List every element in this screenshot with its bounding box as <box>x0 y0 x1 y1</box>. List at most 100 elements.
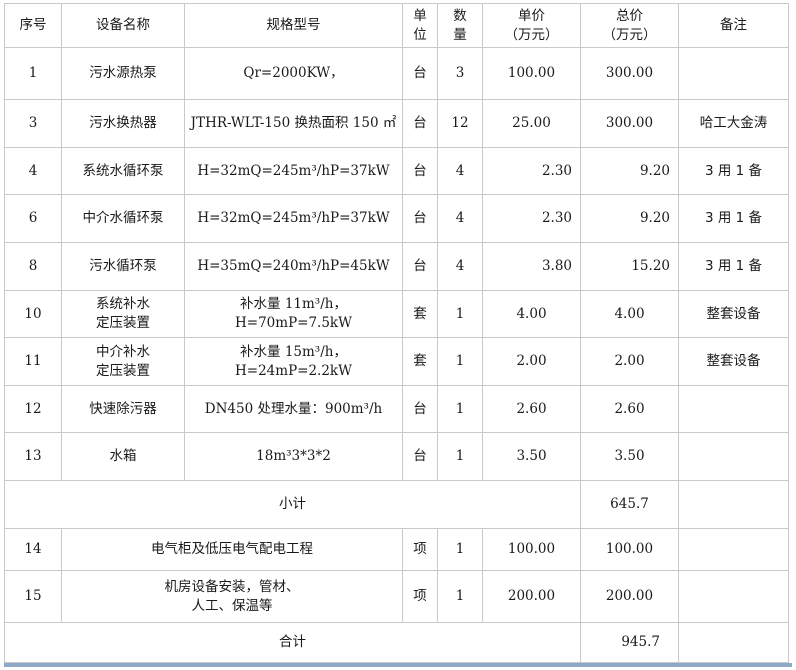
table-row: 4 系统水循环泵 H=32mQ=245m³/hP=37kW 台 4 2.30 9… <box>4 147 789 195</box>
cell-unit: 台 <box>402 47 438 100</box>
cell-note: 3 用 1 备 <box>678 242 789 291</box>
table-row: 12 快速除污器 DN450 处理水量：900m³/h 台 1 2.60 2.6… <box>4 385 789 433</box>
header-unit: 单位 <box>402 3 438 48</box>
cell-total: 200.00 <box>580 570 679 623</box>
cell-qty: 1 <box>437 528 483 571</box>
cell-name-line2: 定压装置 <box>96 315 150 331</box>
cell-spec: H=32mQ=245m³/hP=37kW <box>184 194 403 243</box>
cell-name: 中介补水 定压装置 <box>61 337 185 386</box>
grand-total-row: 合计 945.7 <box>4 622 789 663</box>
cell-unit: 套 <box>402 337 438 386</box>
cell-price: 2.00 <box>482 337 581 386</box>
header-qty: 数量 <box>437 3 483 48</box>
header-total: 总价 （万元） <box>580 3 679 48</box>
cell-seq: 12 <box>4 385 62 433</box>
cell-total: 300.00 <box>580 99 679 148</box>
equipment-cost-table: 序号 设备名称 规格型号 单位 数量 单价 （万元） 总价 （万元） 备注 1 污水… <box>4 3 789 663</box>
header-price-line2: （万元） <box>504 26 559 43</box>
cell-total: 15.20 <box>580 242 679 291</box>
cell-qty: 1 <box>437 385 483 433</box>
cell-seq: 3 <box>4 99 62 148</box>
cell-qty: 1 <box>437 432 483 481</box>
cell-note: 3 用 1 备 <box>678 194 789 243</box>
table-row: 6 中介水循环泵 H=32mQ=245m³/hP=37kW 台 4 2.30 9… <box>4 194 789 243</box>
cell-note: 整套设备 <box>678 290 789 338</box>
cell-qty: 12 <box>437 99 483 148</box>
cell-note <box>678 385 789 433</box>
header-qty-line1: 数 <box>453 7 467 24</box>
cell-total: 4.00 <box>580 290 679 338</box>
cell-spec: 补水量 11m³/h， H=70mP=7.5kW <box>184 290 403 338</box>
cell-total: 3.50 <box>580 432 679 481</box>
cell-name: 系统水循环泵 <box>61 147 185 195</box>
cell-name: 污水源热泵 <box>61 47 185 100</box>
subtotal-row: 小计 645.7 <box>4 480 789 529</box>
cell-name-line2: 人工、保温等 <box>191 597 273 614</box>
cell-note <box>678 528 789 571</box>
cell-total: 9.20 <box>580 147 679 195</box>
table-row: 13 水箱 18m³3*3*2 台 1 3.50 3.50 <box>4 432 789 481</box>
header-total-line1: 总价 <box>616 7 643 24</box>
cell-spec: H=32mQ=245m³/hP=37kW <box>184 147 403 195</box>
cell-unit: 项 <box>402 570 438 623</box>
grand-total-note <box>678 622 789 663</box>
table-row: 8 污水循环泵 H=35mQ=240m³/hP=45kW 台 4 3.80 15… <box>4 242 789 291</box>
cell-unit: 台 <box>402 99 438 148</box>
cell-name: 系统补水 定压装置 <box>61 290 185 338</box>
cell-price: 3.50 <box>482 432 581 481</box>
cell-name-line1: 中介补水 <box>96 343 150 360</box>
cell-note: 哈工大金涛 <box>678 99 789 148</box>
subtotal-note <box>678 480 789 529</box>
cell-seq: 15 <box>4 570 62 623</box>
grand-total-value: 945.7 <box>580 622 679 663</box>
cell-spec-line2: H=24mP=2.2kW <box>235 362 352 379</box>
cell-qty: 4 <box>437 242 483 291</box>
cell-seq: 11 <box>4 337 62 386</box>
cell-name: 快速除污器 <box>61 385 185 433</box>
cell-total: 100.00 <box>580 528 679 571</box>
cell-spec-line1: 补水量 11m³/h， <box>240 296 347 312</box>
cell-price: 2.30 <box>482 147 581 195</box>
cell-total: 2.60 <box>580 385 679 433</box>
header-name: 设备名称 <box>61 3 185 48</box>
bottom-divider <box>4 663 792 667</box>
cell-seq: 1 <box>4 47 62 100</box>
table-row: 15 机房设备安装，管材、 人工、保温等 项 1 200.00 200.00 <box>4 570 789 623</box>
cell-spec: 18m³3*3*2 <box>184 432 403 481</box>
cell-total: 2.00 <box>580 337 679 386</box>
header-price-line1: 单价 <box>518 7 545 24</box>
cell-seq: 6 <box>4 194 62 243</box>
cell-name-line1: 系统补水 <box>96 296 150 312</box>
header-price: 单价 （万元） <box>482 3 581 48</box>
cell-seq: 14 <box>4 528 62 571</box>
cell-name: 中介水循环泵 <box>61 194 185 243</box>
subtotal-label: 小计 <box>4 480 581 529</box>
cell-qty: 4 <box>437 194 483 243</box>
cell-note <box>678 47 789 100</box>
header-note: 备注 <box>678 3 789 48</box>
cell-seq: 8 <box>4 242 62 291</box>
cell-price: 25.00 <box>482 99 581 148</box>
grand-total-label: 合计 <box>4 622 581 663</box>
cell-unit: 台 <box>402 385 438 433</box>
cell-spec: DN450 处理水量：900m³/h <box>184 385 403 433</box>
cell-qty: 3 <box>437 47 483 100</box>
cell-spec: JTHR-WLT-150 换热面积 150 ㎡ <box>184 99 403 148</box>
cell-seq: 4 <box>4 147 62 195</box>
cell-spec: 补水量 15m³/h， H=24mP=2.2kW <box>184 337 403 386</box>
cell-name-line1: 机房设备安装，管材、 <box>164 578 300 595</box>
cell-spec-line1: 补水量 15m³/h， <box>240 343 347 360</box>
cell-price: 2.30 <box>482 194 581 243</box>
cell-note <box>678 432 789 481</box>
header-qty-line2: 量 <box>453 26 467 43</box>
table-row: 10 系统补水 定压装置 补水量 11m³/h， H=70mP=7.5kW 套 1 … <box>4 290 789 338</box>
cell-price: 200.00 <box>482 570 581 623</box>
cell-name: 电气柜及低压电气配电工程 <box>61 528 403 571</box>
cell-unit: 台 <box>402 432 438 481</box>
cell-price: 100.00 <box>482 528 581 571</box>
cell-unit: 台 <box>402 194 438 243</box>
cell-note: 3 用 1 备 <box>678 147 789 195</box>
header-row: 序号 设备名称 规格型号 单位 数量 单价 （万元） 总价 （万元） 备注 <box>4 3 789 48</box>
cell-price: 100.00 <box>482 47 581 100</box>
cell-name: 污水换热器 <box>61 99 185 148</box>
